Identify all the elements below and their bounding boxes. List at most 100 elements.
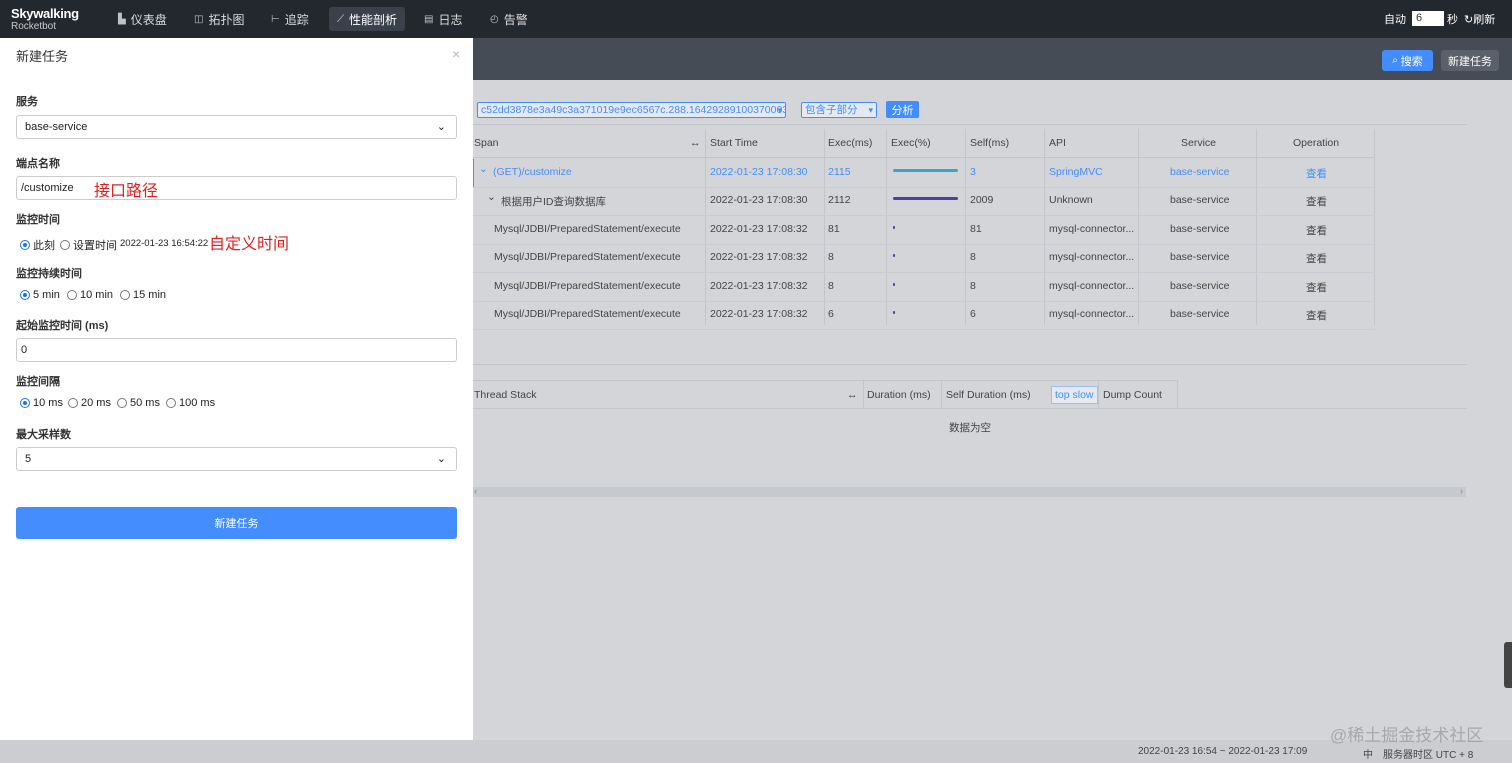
segment-id: c52dd3878e3a49c3a371019e9ec6567c.288.164…: [481, 104, 786, 116]
refresh-interval-input[interactable]: 6: [1412, 11, 1444, 26]
view-button[interactable]: 查看: [1306, 223, 1327, 238]
nav-dashboard[interactable]: ▙ 仪表盘: [110, 7, 175, 31]
span-api: mysql-connector...: [1049, 308, 1135, 320]
span-start-time: 2022-01-23 17:08:32: [710, 308, 808, 320]
duration-label: 监控持续时间: [16, 268, 82, 280]
profile-icon: ⟋: [337, 13, 344, 25]
col-self-ms: Self(ms): [970, 137, 1010, 149]
nav-profile[interactable]: ⟋ 性能剖析: [329, 7, 406, 31]
nav-log[interactable]: ▤ 日志: [416, 7, 470, 31]
logo-title: Skywalking: [11, 6, 79, 21]
exec-percent-bar: [893, 197, 958, 201]
mode-select[interactable]: 包含子部分 ▾: [801, 102, 877, 118]
skywalking-logo[interactable]: Skywalking Rocketbot: [11, 7, 79, 32]
exec-percent-bar: [893, 282, 895, 286]
span-name: Mysql/JDBI/PreparedStatement/execute: [494, 308, 681, 320]
radio-icon: [166, 398, 176, 408]
nav-label: 仪表盘: [130, 12, 167, 27]
span-name: (GET)/customize: [493, 166, 572, 178]
dashboard-icon: ▙: [118, 13, 126, 25]
nav-label: 追踪: [284, 12, 309, 27]
scroll-right-icon[interactable]: ›: [1460, 486, 1463, 496]
monitor-annotation: 自定义时间: [209, 236, 290, 253]
monitor-set-radio[interactable]: 设置时间: [60, 237, 117, 253]
span-api: mysql-connector...: [1049, 222, 1135, 235]
interval-50-radio[interactable]: 50 ms: [117, 397, 160, 409]
top-navbar: Skywalking Rocketbot ▙ 仪表盘 ◫ 拓扑图 ⊢ 追踪 ⟋ 性能剖析…: [0, 0, 1512, 38]
monitor-datetime[interactable]: 2022-01-23 16:54:22: [120, 238, 208, 249]
chevron-down-icon[interactable]: ⌄: [479, 163, 488, 175]
chevron-down-icon[interactable]: ⌄: [487, 191, 496, 203]
monitor-now-radio[interactable]: 此刻: [20, 237, 55, 253]
watermark: @稀土掘金技术社区: [1330, 726, 1484, 745]
start-input[interactable]: 0: [16, 338, 457, 362]
create-task-button[interactable]: 新建任务: [16, 507, 457, 539]
radio-icon: [67, 290, 77, 300]
start-label: 起始监控时间 (ms): [16, 320, 109, 332]
nav-label: 日志: [438, 12, 463, 27]
span-start-time: 2022-01-23 17:08:32: [710, 222, 808, 235]
segment-select[interactable]: c52dd3878e3a49c3a371019e9ec6567c.288.164…: [477, 102, 786, 118]
span-name: Mysql/JDBI/PreparedStatement/execute: [494, 222, 681, 235]
close-icon[interactable]: ×: [452, 46, 460, 62]
interval-10-radio[interactable]: 10 ms: [20, 397, 63, 409]
view-button[interactable]: 查看: [1306, 308, 1327, 323]
analyze-button[interactable]: 分析: [886, 101, 919, 118]
divider: [473, 408, 1467, 409]
col-api: API: [1049, 137, 1066, 149]
duration-10-radio[interactable]: 10 min: [67, 289, 113, 301]
col-span: Span: [474, 137, 499, 149]
refresh-button[interactable]: ↻刷新: [1464, 11, 1495, 27]
span-api: mysql-connector...: [1049, 251, 1135, 264]
timezone-label: 服务器时区 UTC + 8: [1383, 750, 1474, 761]
span-self-ms: 8: [970, 279, 976, 292]
exec-percent-bar: [893, 169, 958, 172]
side-handle[interactable]: [1504, 642, 1512, 688]
span-exec-ms: 81: [828, 222, 840, 235]
view-button[interactable]: 查看: [1306, 251, 1327, 266]
view-button[interactable]: 查看: [1306, 194, 1327, 209]
scroll-left-icon[interactable]: ‹: [474, 486, 477, 496]
service-select[interactable]: base-service ⌄: [16, 115, 457, 139]
nav-alarm[interactable]: ◴ 告警: [482, 7, 536, 31]
auto-refresh-toggle[interactable]: 自动: [1384, 11, 1406, 27]
search-button[interactable]: ⌕ 搜索: [1382, 50, 1433, 71]
horizontal-scrollbar[interactable]: ‹ ›: [473, 486, 1466, 497]
col-thread-stack: Thread Stack: [474, 389, 537, 401]
top-slow-button[interactable]: top slow: [1051, 386, 1098, 404]
interval-100-radio[interactable]: 100 ms: [166, 397, 215, 409]
endpoint-input[interactable]: /customize: [16, 176, 457, 200]
resize-icon[interactable]: ↔: [690, 137, 701, 149]
span-start-time: 2022-01-23 17:08:30: [710, 194, 808, 207]
interval-20-radio[interactable]: 20 ms: [68, 397, 111, 409]
span-api: mysql-connector...: [1049, 279, 1135, 292]
span-start-time: 2022-01-23 17:08:30: [710, 166, 808, 178]
view-button[interactable]: 查看: [1306, 166, 1327, 181]
max-samples-label: 最大采样数: [16, 429, 71, 441]
time-range[interactable]: 2022-01-23 16:54 ~ 2022-01-23 17:09: [1138, 746, 1307, 757]
duration-5-radio[interactable]: 5 min: [20, 289, 60, 301]
view-button[interactable]: 查看: [1306, 280, 1327, 295]
table-row[interactable]: [473, 188, 1375, 217]
interval-label: 监控间隔: [16, 376, 60, 388]
col-exec-ms: Exec(ms): [828, 137, 873, 149]
span-self-ms: 2009: [970, 194, 994, 207]
exec-percent-bar: [893, 311, 895, 314]
table-row[interactable]: [473, 160, 1375, 188]
radio-selected-icon: [20, 290, 30, 300]
new-task-button[interactable]: 新建任务: [1441, 50, 1499, 71]
nav-topology[interactable]: ◫ 拓扑图: [186, 7, 252, 31]
resize-icon[interactable]: ↔: [847, 389, 858, 401]
language-switch[interactable]: 中: [1363, 746, 1373, 761]
span-self-ms: 3: [970, 166, 976, 178]
col-service: Service: [1181, 137, 1217, 149]
span-service: base-service: [1170, 279, 1230, 292]
chevron-down-icon: ▾: [868, 105, 873, 115]
span-exec-ms: 8: [828, 279, 834, 292]
nav-trace[interactable]: ⊢ 追踪: [263, 7, 317, 31]
duration-15-radio[interactable]: 15 min: [120, 289, 166, 301]
exec-percent-bar: [893, 225, 895, 229]
radio-icon: [117, 398, 127, 408]
column-divider: [1177, 381, 1178, 408]
max-samples-select[interactable]: 5 ⌄: [16, 447, 457, 471]
